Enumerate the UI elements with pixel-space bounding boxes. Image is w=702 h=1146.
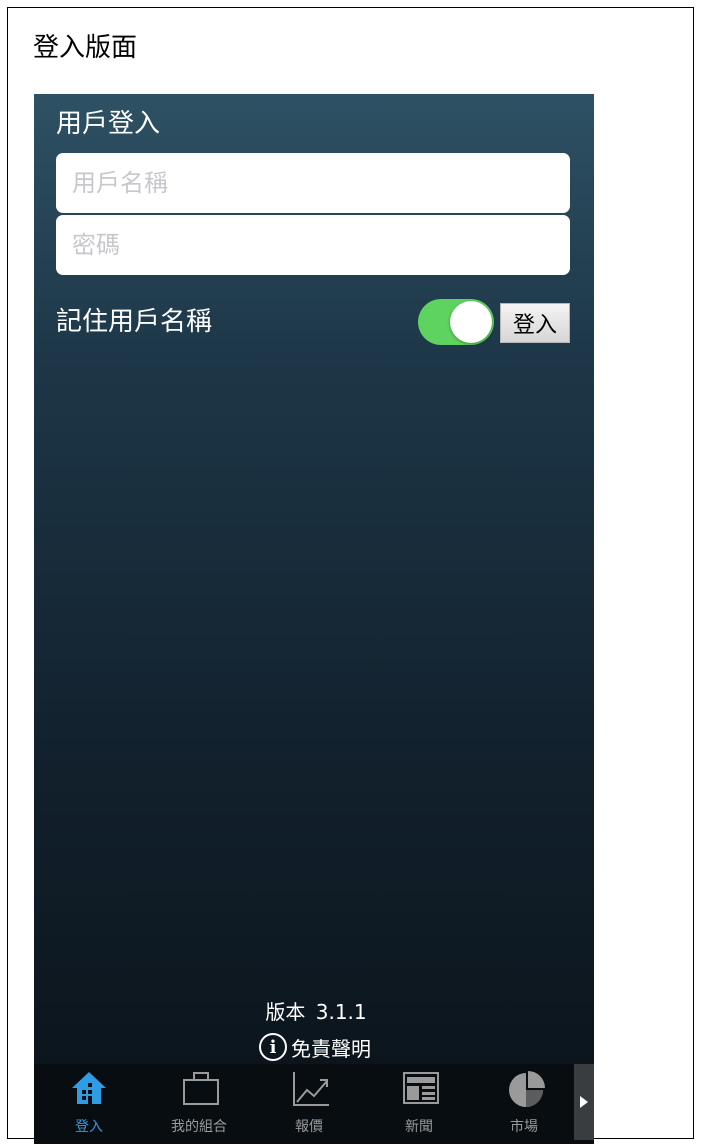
remember-username-label: 記住用戶名稱 <box>56 307 213 337</box>
more-tabs-arrow[interactable] <box>574 1064 594 1140</box>
tab-label: 市場 <box>510 1119 538 1135</box>
disclaimer-link[interactable]: i 免責聲明 <box>259 1031 371 1063</box>
tab-news[interactable]: 新聞 <box>369 1064 469 1140</box>
tab-portfolio[interactable]: 我的組合 <box>149 1064 249 1140</box>
pie-chart-icon <box>509 1071 545 1107</box>
tab-label: 登入 <box>75 1119 103 1135</box>
line-chart-icon <box>293 1072 329 1106</box>
login-button[interactable]: 登入 <box>500 303 570 343</box>
version-number: 3.1.1 <box>315 1000 367 1024</box>
app-screen: 用戶登入 記住用戶名稱 登入 版本 3.1.1 i 免責聲明 登入 <box>34 94 594 1144</box>
tab-login[interactable]: 登入 <box>39 1064 139 1140</box>
username-input[interactable] <box>56 153 570 213</box>
info-icon: i <box>259 1033 287 1061</box>
tab-bar: 登入 我的組合 報價 新聞 市場 <box>34 1064 594 1144</box>
disclaimer-label: 免責聲明 <box>291 1036 371 1061</box>
house-icon <box>72 1072 106 1104</box>
tab-label: 報價 <box>295 1119 323 1135</box>
page-title: 登入版面 <box>33 33 138 63</box>
chevron-right-icon <box>580 1096 588 1108</box>
version-info: 版本 3.1.1 <box>34 996 594 1025</box>
version-label: 版本 <box>265 1000 306 1024</box>
tab-quotes[interactable]: 報價 <box>259 1064 359 1140</box>
password-input[interactable] <box>56 215 570 275</box>
newspaper-icon <box>403 1072 439 1104</box>
tab-label: 我的組合 <box>171 1119 227 1135</box>
toggle-knob <box>450 301 492 343</box>
login-heading: 用戶登入 <box>56 109 161 139</box>
briefcase-icon <box>183 1072 219 1105</box>
tab-market[interactable]: 市場 <box>474 1064 574 1140</box>
remember-username-toggle[interactable] <box>418 299 494 345</box>
tab-label: 新聞 <box>405 1119 433 1135</box>
